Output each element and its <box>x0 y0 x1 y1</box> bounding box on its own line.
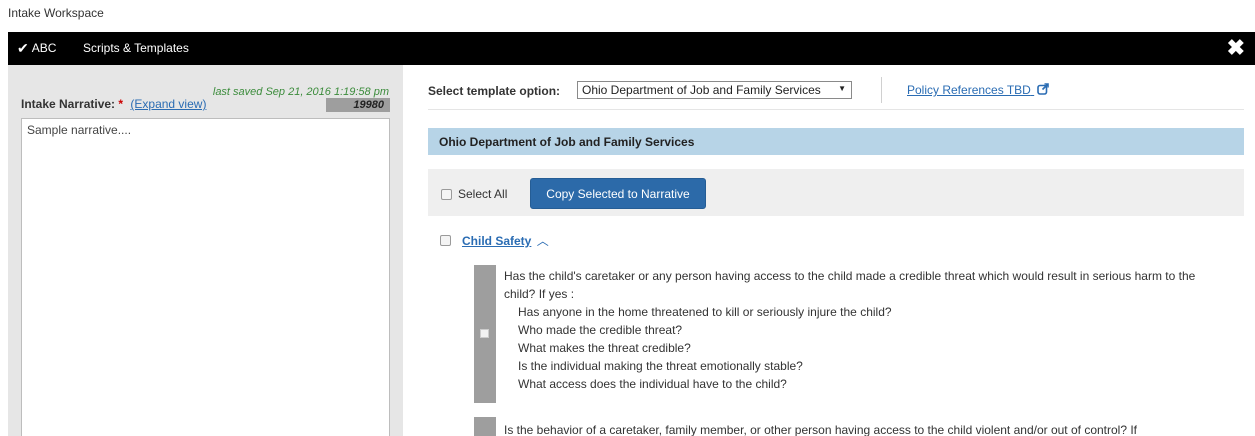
question-item: Is the behavior of a caretaker, family m… <box>474 417 1234 436</box>
app-title: Intake Workspace <box>8 6 104 20</box>
category-child-safety: Child Safety ︿ <box>440 232 549 249</box>
question-sub: What access does the individual have to … <box>518 377 787 391</box>
chevron-up-icon[interactable]: ︿ <box>537 234 549 248</box>
narrative-textarea[interactable]: Sample narrative.... <box>21 118 390 436</box>
question-item: Has the child's caretaker or any person … <box>474 265 1234 405</box>
template-select[interactable]: Ohio Department of Job and Family Servic… <box>577 81 852 99</box>
question-text: Has the child's caretaker or any person … <box>504 267 1224 393</box>
tab-abc[interactable]: ✔ ABC <box>17 41 56 55</box>
question-sub: Has anyone in the home threatened to kil… <box>518 305 892 319</box>
select-all-label: Select All <box>458 187 508 201</box>
tab-abc-label: ABC <box>31 41 57 55</box>
question-sub: Is the individual making the threat emot… <box>518 359 803 373</box>
check-icon: ✔ <box>17 40 29 56</box>
character-count-badge: 19980 <box>326 98 390 112</box>
narrative-panel: last saved Sep 21, 2016 1:19:58 pm Intak… <box>8 65 403 436</box>
question-select-bar[interactable] <box>474 417 496 436</box>
template-select-value: Ohio Department of Job and Family Servic… <box>582 83 821 97</box>
expand-view-link[interactable]: (Expand view) <box>130 97 206 111</box>
tab-scripts-templates[interactable]: Scripts & Templates <box>83 41 189 55</box>
dropdown-arrow-icon: ▼ <box>838 84 846 93</box>
required-marker: * <box>118 97 124 111</box>
policy-references-link[interactable]: Policy References TBD <box>907 83 1049 97</box>
narrative-label: Intake Narrative: * (Expand view) <box>21 97 206 111</box>
template-option-row: Select template option: Ohio Department … <box>428 77 1244 105</box>
category-toggle-link[interactable]: Child Safety <box>462 234 531 248</box>
divider <box>428 109 1244 110</box>
scripts-templates-panel: Select template option: Ohio Department … <box>428 65 1244 436</box>
select-actions-bar: Select All Copy Selected to Narrative <box>428 169 1244 216</box>
question-text: Is the behavior of a caretaker, family m… <box>504 421 1224 436</box>
category-checkbox[interactable] <box>440 235 451 246</box>
question-sub: What makes the threat credible? <box>518 341 691 355</box>
copy-selected-button[interactable]: Copy Selected to Narrative <box>530 178 706 209</box>
top-toolbar: ✔ ABC Scripts & Templates ✖ <box>8 32 1255 65</box>
close-icon[interactable]: ✖ <box>1227 36 1245 60</box>
checkbox[interactable] <box>441 188 452 200</box>
last-saved-status: last saved Sep 21, 2016 1:19:58 pm <box>212 86 389 98</box>
question-select-bar[interactable] <box>474 265 496 403</box>
external-link-icon <box>1037 83 1049 95</box>
question-sub: Who made the credible threat? <box>518 323 683 337</box>
select-all-checkbox[interactable]: Select All <box>441 187 507 201</box>
template-section-header: Ohio Department of Job and Family Servic… <box>428 128 1244 155</box>
narrative-label-text: Intake Narrative: <box>21 97 116 111</box>
template-option-label: Select template option: <box>428 84 561 98</box>
question-checkbox[interactable] <box>480 329 489 338</box>
policy-references-label: Policy References TBD <box>907 83 1031 97</box>
question-lead: Has the child's caretaker or any person … <box>504 269 1196 301</box>
divider <box>881 77 882 103</box>
question-lead: Is the behavior of a caretaker, family m… <box>504 423 1138 436</box>
